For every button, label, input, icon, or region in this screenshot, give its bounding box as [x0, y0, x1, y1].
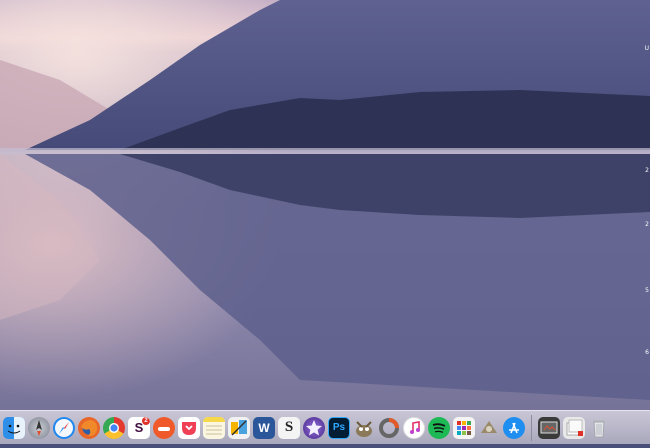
scrivener-icon[interactable]: S: [278, 416, 300, 439]
edge-mark[interactable]: 2: [645, 222, 649, 228]
safari-icon[interactable]: [53, 416, 75, 439]
word-icon[interactable]: W: [253, 416, 275, 439]
edge-mark[interactable]: 5: [645, 288, 649, 294]
colorsync-icon[interactable]: [378, 417, 400, 439]
launchpad-icon[interactable]: [28, 416, 50, 439]
downloads-stack-icon[interactable]: [563, 416, 585, 439]
photoshop-icon[interactable]: Ps: [328, 416, 350, 439]
chrome-icon[interactable]: [103, 416, 125, 439]
dock: S 2 W S Ps: [0, 410, 650, 444]
grid-app-icon[interactable]: [453, 416, 475, 439]
edge-mark[interactable]: U: [645, 46, 649, 52]
edge-mark[interactable]: 2: [645, 168, 649, 174]
scrivener-icon-label: S: [284, 419, 294, 435]
firefox-icon[interactable]: [78, 416, 100, 439]
flow-icon[interactable]: [153, 416, 175, 439]
spotify-icon[interactable]: [428, 416, 450, 439]
desktop-wallpaper: [0, 0, 650, 444]
notification-badge: 2: [142, 416, 150, 425]
dock-separator: [531, 414, 532, 441]
finder-icon[interactable]: [3, 416, 25, 439]
desktop-edge-icons: U 2 2 5 6: [642, 0, 650, 410]
app-store-icon[interactable]: [503, 416, 525, 439]
photos-edit-icon[interactable]: [228, 416, 250, 439]
gimp-icon[interactable]: [353, 417, 375, 439]
trash-icon[interactable]: [588, 417, 610, 439]
word-icon-label: W: [258, 420, 270, 435]
itunes-icon[interactable]: [403, 416, 425, 439]
pocket-icon[interactable]: [178, 416, 200, 439]
slack-icon[interactable]: S 2: [128, 416, 150, 439]
imovie-icon[interactable]: [303, 416, 325, 439]
automator-icon[interactable]: [478, 417, 500, 439]
photoshop-icon-label: Ps: [332, 422, 346, 433]
edge-mark[interactable]: 6: [645, 350, 649, 356]
screen-capture-icon[interactable]: [538, 416, 560, 439]
notes-icon[interactable]: [203, 416, 225, 439]
